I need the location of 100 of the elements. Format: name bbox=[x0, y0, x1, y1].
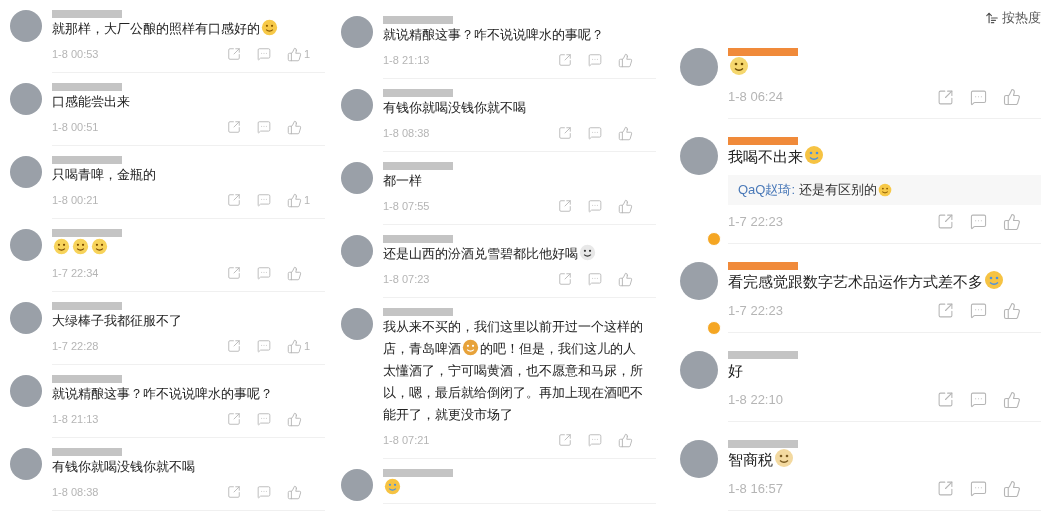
share-icon[interactable] bbox=[227, 485, 241, 499]
avatar[interactable] bbox=[341, 235, 373, 267]
like-icon[interactable] bbox=[287, 411, 302, 427]
like-icon[interactable] bbox=[287, 119, 302, 135]
timestamp: 1-7 22:34 bbox=[52, 265, 99, 281]
avatar[interactable] bbox=[10, 156, 42, 188]
like-icon[interactable] bbox=[618, 125, 633, 141]
avatar[interactable] bbox=[10, 375, 42, 407]
comment-icon[interactable] bbox=[257, 339, 271, 353]
comment-icon[interactable] bbox=[257, 193, 271, 207]
comment-icon[interactable] bbox=[970, 391, 987, 408]
reply-user[interactable]: QaQ赵琦: bbox=[738, 180, 796, 200]
emoji-icon bbox=[53, 238, 70, 255]
share-icon[interactable] bbox=[937, 480, 954, 497]
comment-icon[interactable] bbox=[970, 213, 987, 230]
like-icon[interactable] bbox=[1003, 212, 1021, 231]
avatar[interactable] bbox=[680, 48, 718, 86]
like-icon[interactable] bbox=[1003, 88, 1021, 106]
share-icon[interactable] bbox=[937, 391, 954, 408]
avatar[interactable] bbox=[680, 261, 718, 300]
username-blur bbox=[52, 375, 122, 383]
comment-icon[interactable] bbox=[588, 126, 602, 140]
like-icon[interactable] bbox=[287, 265, 302, 281]
comment-icon[interactable] bbox=[257, 47, 271, 61]
timestamp: 1-8 06:24 bbox=[728, 88, 783, 107]
comment-text: 好 bbox=[728, 361, 743, 379]
comment-text: 的吧！但是，我们这儿的人 bbox=[480, 341, 636, 356]
avatar[interactable] bbox=[341, 16, 373, 48]
like-icon[interactable] bbox=[1003, 301, 1021, 320]
share-icon[interactable] bbox=[558, 272, 572, 286]
like-count: 1 bbox=[304, 338, 311, 354]
comment-text: 有钱你就喝没钱你就不喝 bbox=[383, 100, 526, 115]
comment-icon[interactable] bbox=[588, 53, 602, 67]
sort-button[interactable]: 按热度 bbox=[1002, 8, 1041, 28]
username-blur bbox=[52, 302, 122, 310]
like-count: 1 bbox=[304, 192, 311, 208]
share-icon[interactable] bbox=[937, 213, 954, 230]
comment-icon[interactable] bbox=[257, 485, 271, 499]
share-icon[interactable] bbox=[937, 302, 954, 319]
like-icon[interactable] bbox=[1003, 390, 1021, 409]
avatar[interactable] bbox=[10, 10, 42, 42]
share-icon[interactable] bbox=[558, 199, 572, 213]
like-icon[interactable] bbox=[287, 46, 302, 62]
timestamp: 1-8 08:38 bbox=[52, 484, 99, 500]
like-icon[interactable] bbox=[618, 198, 633, 214]
share-icon[interactable] bbox=[227, 193, 241, 207]
comment-icon[interactable] bbox=[970, 480, 987, 497]
share-icon[interactable] bbox=[558, 126, 572, 140]
share-icon[interactable] bbox=[227, 47, 241, 61]
sort-icon[interactable] bbox=[985, 11, 999, 25]
username-blur bbox=[52, 229, 122, 237]
avatar[interactable] bbox=[341, 89, 373, 121]
avatar[interactable] bbox=[10, 229, 42, 261]
comment-text: 还是山西的汾酒兑雪碧都比他好喝 bbox=[383, 246, 578, 261]
share-icon[interactable] bbox=[558, 433, 572, 447]
username-blur bbox=[383, 16, 453, 24]
like-icon[interactable] bbox=[618, 432, 633, 448]
comment-icon[interactable] bbox=[588, 433, 602, 447]
avatar[interactable] bbox=[680, 439, 718, 478]
like-icon[interactable] bbox=[287, 192, 302, 208]
comment-icon[interactable] bbox=[970, 88, 987, 106]
comment-text: 我从来不买的，我们这里以前开过一个这样的 bbox=[383, 319, 643, 334]
username-blur bbox=[52, 10, 122, 18]
comment-icon[interactable] bbox=[970, 302, 987, 319]
avatar[interactable] bbox=[341, 308, 373, 340]
avatar[interactable] bbox=[680, 137, 718, 175]
username-blur bbox=[383, 162, 453, 170]
comment-text: 就说精酿这事？咋不说说啤水的事呢？ bbox=[383, 27, 604, 42]
avatar[interactable] bbox=[680, 350, 718, 389]
share-icon[interactable] bbox=[558, 53, 572, 67]
avatar[interactable] bbox=[341, 162, 373, 194]
share-icon[interactable] bbox=[227, 266, 241, 280]
timestamp: 1-8 21:13 bbox=[383, 52, 430, 68]
like-icon[interactable] bbox=[287, 338, 302, 354]
timestamp: 1-8 07:21 bbox=[383, 432, 430, 448]
username-blur bbox=[383, 235, 453, 243]
like-icon[interactable] bbox=[1003, 479, 1021, 498]
comment-text: 就那样，大厂公酿的照样有口感好的 bbox=[52, 21, 260, 36]
like-icon[interactable] bbox=[287, 484, 302, 500]
avatar[interactable] bbox=[10, 448, 42, 480]
timestamp: 1-7 22:23 bbox=[728, 212, 783, 231]
avatar[interactable] bbox=[10, 83, 42, 115]
comment-icon[interactable] bbox=[257, 412, 271, 426]
share-icon[interactable] bbox=[937, 88, 954, 106]
comment-icon[interactable] bbox=[588, 272, 602, 286]
comment-icon[interactable] bbox=[588, 199, 602, 213]
emoji-icon bbox=[72, 238, 89, 255]
share-icon[interactable] bbox=[227, 120, 241, 134]
username-blur bbox=[52, 156, 122, 164]
like-icon[interactable] bbox=[618, 271, 633, 287]
comment-icon[interactable] bbox=[257, 266, 271, 280]
share-icon[interactable] bbox=[227, 412, 241, 426]
like-count: 1 bbox=[304, 46, 311, 62]
comment-icon[interactable] bbox=[257, 120, 271, 134]
share-icon[interactable] bbox=[227, 339, 241, 353]
like-icon[interactable] bbox=[618, 52, 633, 68]
username-blur bbox=[383, 469, 453, 477]
avatar[interactable] bbox=[10, 302, 42, 334]
comment-text: 都一样 bbox=[383, 173, 422, 188]
avatar[interactable] bbox=[341, 469, 373, 501]
